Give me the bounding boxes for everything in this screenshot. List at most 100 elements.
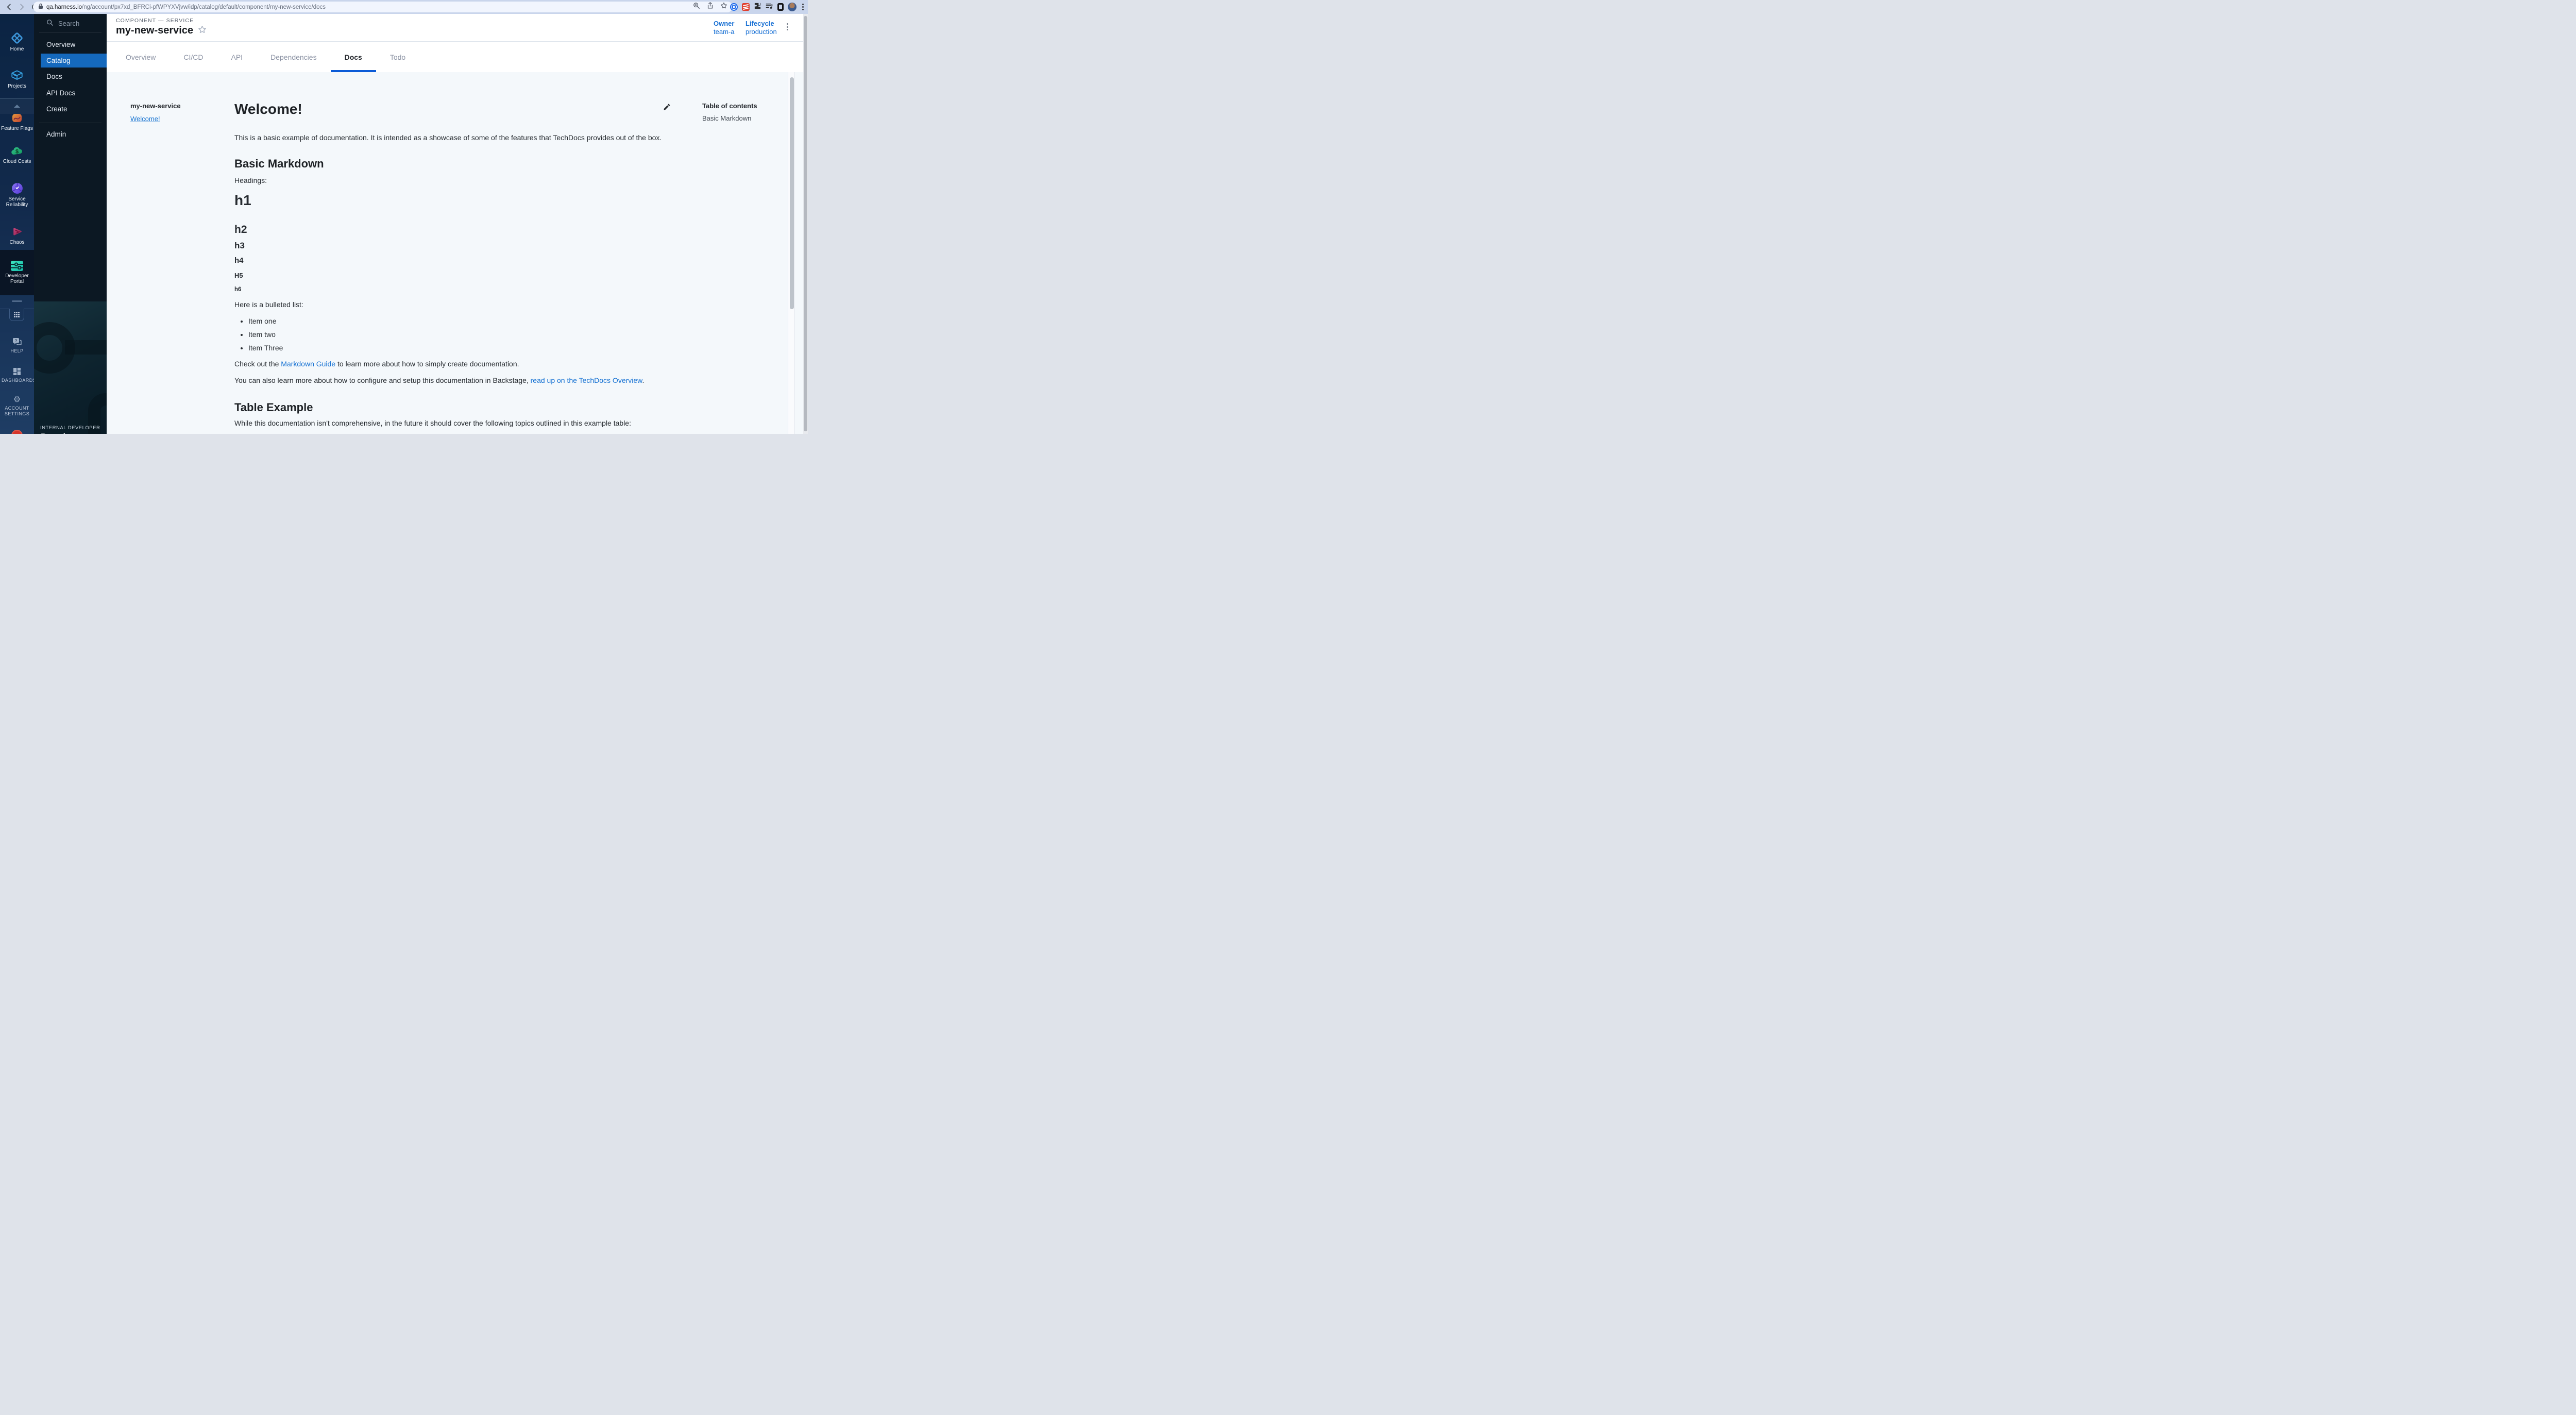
module-sidebar: Home Projects Feature Flags $ Cloud Cost… — [0, 14, 34, 434]
search-icon — [46, 19, 54, 28]
zoom-in-page-icon[interactable] — [693, 2, 700, 12]
svg-text:$: $ — [15, 149, 19, 155]
tab-overview[interactable]: Overview — [112, 42, 170, 72]
brand-eyebrow: INTERNAL DEVELOPER — [40, 425, 100, 431]
chaos-icon — [0, 225, 34, 238]
list-item: Item two — [248, 329, 283, 340]
browser-back-icon[interactable] — [5, 3, 13, 11]
service-reliability-icon — [0, 182, 34, 195]
sidebar-search[interactable]: Search — [46, 19, 79, 27]
favorite-star-icon[interactable] — [198, 25, 207, 37]
docs-scrollbar-thumb[interactable] — [790, 77, 794, 309]
table-of-contents: Table of contents Basic Markdown — [702, 102, 757, 122]
help-chat-icon: ? — [0, 338, 34, 346]
chevron-up-icon — [14, 105, 20, 108]
frame-extension-icon[interactable] — [777, 3, 784, 11]
page-title: my-new-service — [116, 25, 193, 37]
sidebar-item-projects[interactable]: Projects — [0, 69, 34, 89]
sidebar-item-dashboards[interactable]: DASHBOARDS — [0, 367, 34, 383]
todoist-extension-icon[interactable] — [742, 3, 750, 11]
gear-icon: ⚙ — [0, 395, 34, 403]
user-avatar[interactable]: HM — [11, 430, 23, 434]
tab-docs[interactable]: Docs — [331, 42, 376, 72]
sidebar-item-service-reliability[interactable]: Service Reliability — [0, 182, 34, 208]
list-item: Item one — [248, 316, 283, 327]
sidebar-item-account-settings[interactable]: ⚙ ACCOUNT SETTINGS — [0, 395, 34, 417]
page-scrollbar-thumb[interactable] — [804, 16, 807, 431]
lock-icon — [38, 3, 43, 12]
feature-flags-icon — [0, 112, 34, 124]
harness-idp-window: qa.harness.io/ng/account/px7xd_BFRCi-pfW… — [0, 0, 808, 434]
bookmark-star-icon[interactable] — [720, 2, 727, 12]
share-icon[interactable] — [707, 2, 714, 12]
browser-profile-avatar[interactable] — [788, 3, 796, 11]
article-intro: This is a basic example of documentation… — [234, 132, 662, 143]
markdown-guide-paragraph: Check out the Markdown Guide to learn mo… — [234, 359, 519, 369]
lifecycle-label: Lifecycle — [745, 20, 777, 28]
sidebar-item-api-docs[interactable]: API Docs — [46, 89, 75, 97]
module-picker-button[interactable] — [9, 309, 24, 321]
demo-heading-h3: h3 — [234, 240, 245, 251]
lifecycle-value[interactable]: production — [745, 28, 777, 36]
harness-home-icon — [0, 31, 34, 45]
sidebar-item-help[interactable]: ? HELP — [0, 338, 34, 354]
main-content: COMPONENT — SERVICE my-new-service Owner… — [107, 14, 803, 434]
tab-api[interactable]: API — [217, 42, 257, 72]
bulleted-list: Item one Item two Item Three — [234, 316, 283, 356]
brand-title: Portal — [41, 432, 65, 434]
browser-toolbar: qa.harness.io/ng/account/px7xd_BFRCi-pfW… — [0, 0, 808, 14]
demo-heading-h1: h1 — [234, 191, 251, 209]
edit-pencil-icon[interactable] — [663, 103, 671, 113]
sidebar-item-admin[interactable]: Admin — [46, 130, 66, 139]
table-example-paragraph: While this documentation isn't comprehen… — [234, 418, 631, 429]
page-scrollbar[interactable] — [803, 14, 808, 434]
lifecycle-meta[interactable]: Lifecycle production — [745, 20, 777, 36]
idp-sidebar: Search Overview Catalog Docs API Docs Cr… — [34, 14, 107, 434]
sidebar-item-overview[interactable]: Overview — [46, 41, 75, 49]
sidebar-item-home[interactable]: Home — [0, 31, 34, 52]
onepassword-extension-icon[interactable] — [730, 3, 738, 11]
tab-cicd[interactable]: CI/CD — [170, 42, 217, 72]
search-label: Search — [58, 20, 79, 27]
list-intro: Here is a bulleted list: — [234, 299, 303, 310]
docs-scrollbar[interactable] — [788, 72, 795, 434]
toc-title: Table of contents — [702, 102, 757, 110]
owner-value[interactable]: team-a — [714, 28, 734, 36]
sidebar-item-create[interactable]: Create — [46, 105, 67, 113]
browser-forward-icon[interactable] — [18, 3, 26, 11]
owner-label: Owner — [714, 20, 734, 28]
markdown-guide-link[interactable]: Markdown Guide — [281, 360, 335, 368]
entity-menu-icon[interactable] — [786, 22, 789, 31]
sidebar-item-catalog[interactable]: Catalog — [41, 54, 107, 68]
demo-heading-h5: H5 — [234, 271, 243, 280]
entity-kind: COMPONENT — SERVICE — [116, 18, 194, 24]
extensions-puzzle-icon[interactable] — [754, 2, 761, 12]
tab-dependencies[interactable]: Dependencies — [257, 42, 331, 72]
svg-text:?: ? — [15, 339, 18, 343]
toc-item[interactable]: Basic Markdown — [702, 114, 757, 122]
grid-icon — [14, 312, 20, 318]
headings-label: Headings: — [234, 175, 267, 186]
tab-todo[interactable]: Todo — [376, 42, 419, 72]
owner-meta[interactable]: Owner team-a — [714, 20, 734, 36]
browser-menu-icon[interactable] — [801, 4, 805, 10]
techdocs-overview-link[interactable]: read up on the TechDocs Overview — [531, 376, 642, 384]
address-bar[interactable]: qa.harness.io/ng/account/px7xd_BFRCi-pfW… — [33, 2, 733, 12]
sidebar-item-chaos[interactable]: Chaos — [0, 225, 34, 245]
cloud-costs-icon: $ — [0, 145, 34, 157]
entity-tabs: Overview CI/CD API Dependencies Docs Tod… — [107, 42, 803, 72]
playlist-extension-icon[interactable] — [766, 2, 773, 12]
entity-header: COMPONENT — SERVICE my-new-service Owner… — [107, 14, 803, 42]
demo-heading-h2: h2 — [234, 222, 247, 237]
docs-nav: my-new-service Welcome! — [130, 102, 181, 123]
sidebar-resize-handle[interactable] — [12, 300, 22, 302]
sidebar-item-feature-flags[interactable]: Feature Flags — [0, 112, 34, 131]
sidebar-item-docs[interactable]: Docs — [46, 73, 62, 81]
dashboards-icon — [0, 367, 34, 376]
sidebar-item-developer-portal[interactable]: Developer Portal — [0, 250, 34, 295]
developer-portal-icon — [0, 260, 34, 272]
sidebar-item-cloud-costs[interactable]: $ Cloud Costs — [0, 145, 34, 164]
demo-heading-h6: h6 — [234, 285, 241, 294]
url-text: qa.harness.io/ng/account/px7xd_BFRCi-pfW… — [46, 4, 326, 10]
docs-nav-item-welcome[interactable]: Welcome! — [130, 115, 181, 123]
